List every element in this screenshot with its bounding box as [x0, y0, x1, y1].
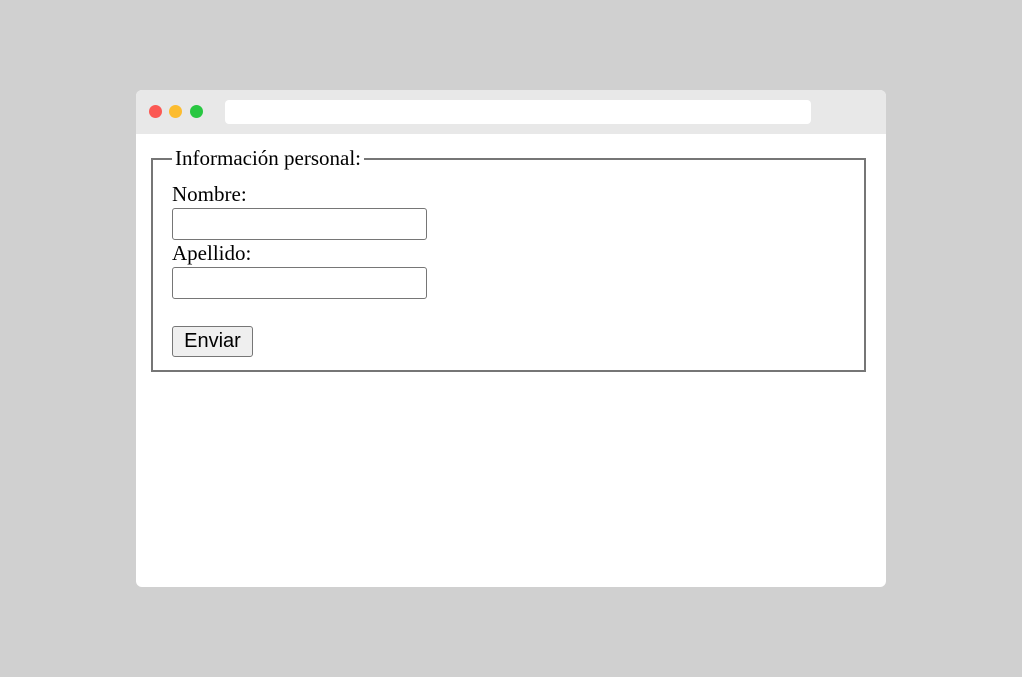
minimize-icon[interactable]	[169, 105, 182, 118]
close-icon[interactable]	[149, 105, 162, 118]
browser-window: Información personal: Nombre: Apellido: …	[136, 90, 886, 587]
apellido-label: Apellido:	[172, 241, 252, 265]
maximize-icon[interactable]	[190, 105, 203, 118]
nombre-label: Nombre:	[172, 182, 247, 206]
apellido-input[interactable]	[172, 267, 427, 299]
nombre-input[interactable]	[172, 208, 427, 240]
address-bar[interactable]	[225, 100, 811, 124]
personal-info-fieldset: Información personal: Nombre: Apellido: …	[151, 146, 866, 372]
submit-button[interactable]: Enviar	[172, 326, 253, 357]
fieldset-legend: Información personal:	[172, 146, 365, 170]
title-bar	[136, 90, 886, 134]
